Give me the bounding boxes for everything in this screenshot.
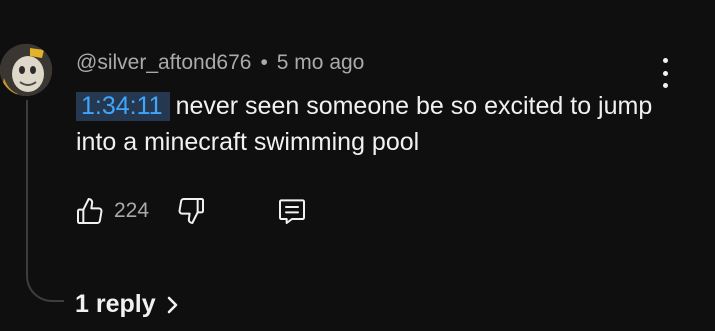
avatar[interactable] [0,44,52,96]
dislike-button[interactable] [175,195,207,227]
comment-thread: @silver_aftond676 • 5 mo ago 1:34:11 neve… [0,0,715,331]
chevron-right-icon [166,294,180,316]
reply-thread-line [26,100,64,302]
thumbs-down-icon [178,198,205,224]
comment-text: 1:34:11 never seen someone be so excited … [76,88,656,160]
comment-actions: 224 [74,194,309,228]
reply-button[interactable] [275,195,309,227]
thumbs-up-icon [77,198,103,224]
comment-age[interactable]: 5 mo ago [277,51,365,75]
timestamp-link[interactable]: 1:34:11 [76,92,170,121]
comment-icon [279,199,306,224]
comment-header: @silver_aftond676 • 5 mo ago [76,51,364,75]
view-replies-button[interactable]: 1 reply [75,290,180,319]
author-name[interactable]: @silver_aftond676 [76,51,251,75]
like-button[interactable] [74,195,106,227]
avatar-image [0,44,52,96]
reply-count-label: 1 reply [75,290,156,318]
meta-separator: • [260,51,268,74]
more-vertical-icon[interactable] [652,58,678,88]
like-count: 224 [114,199,150,222]
